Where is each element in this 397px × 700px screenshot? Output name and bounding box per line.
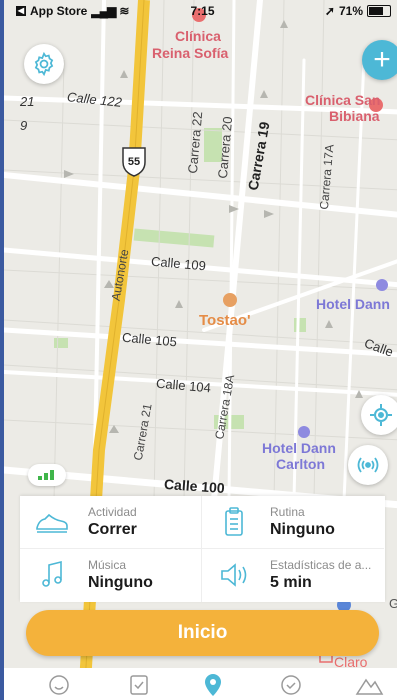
music-option[interactable]: Música Ninguno <box>20 549 202 602</box>
settings-button[interactable] <box>24 44 64 84</box>
stats-option[interactable]: Estadísticas de a... 5 min <box>202 549 384 602</box>
battery-icon <box>367 5 391 17</box>
routine-label: Rutina <box>270 505 305 519</box>
clipboard-icon <box>225 507 243 536</box>
crosshair-icon <box>370 404 392 426</box>
routine-option[interactable]: Rutina Ninguno <box>202 496 384 549</box>
broadcast-icon <box>357 457 379 473</box>
speaker-icon <box>221 563 247 587</box>
app-frame: 55 Clínica Reina Sofía Clínica San Bibia… <box>0 0 397 700</box>
broadcast-button[interactable] <box>348 445 388 485</box>
activity-label: Actividad <box>88 505 137 519</box>
add-button[interactable]: + <box>362 40 397 80</box>
activity-option[interactable]: Actividad Correr <box>20 496 202 549</box>
activity-value: Correr <box>88 521 137 538</box>
status-bar: ◀ App Store ▂▄▆ ≋ 7:15 ➚ 71% <box>4 0 397 22</box>
stats-value: 5 min <box>270 574 312 591</box>
workout-settings-panel: Actividad Correr Rutina Ninguno Música N… <box>20 496 385 602</box>
svg-text:55: 55 <box>128 156 140 168</box>
tab-checkbox-icon[interactable] <box>124 672 154 698</box>
tab-mountain-icon[interactable] <box>354 672 384 698</box>
tab-map-pin-icon[interactable] <box>198 672 228 698</box>
music-note-icon <box>42 560 62 587</box>
plus-icon: + <box>373 43 391 76</box>
music-value: Ninguno <box>88 574 153 591</box>
start-button[interactable]: Inicio <box>26 610 379 656</box>
signal-strength-icon <box>38 470 54 480</box>
tab-bar <box>4 668 397 700</box>
music-label: Música <box>88 558 127 572</box>
shoe-icon <box>36 513 68 533</box>
recenter-button[interactable] <box>361 395 397 435</box>
stats-label: Estadísticas de a... <box>270 558 372 572</box>
tab-smile-icon[interactable] <box>44 672 74 698</box>
routine-value: Ninguno <box>270 521 335 538</box>
gps-signal-indicator <box>28 464 66 486</box>
gear-icon <box>34 51 54 77</box>
location-icon: ➚ <box>324 4 335 18</box>
battery-percent: 71% <box>338 4 363 18</box>
tab-shield-icon[interactable] <box>276 672 306 698</box>
